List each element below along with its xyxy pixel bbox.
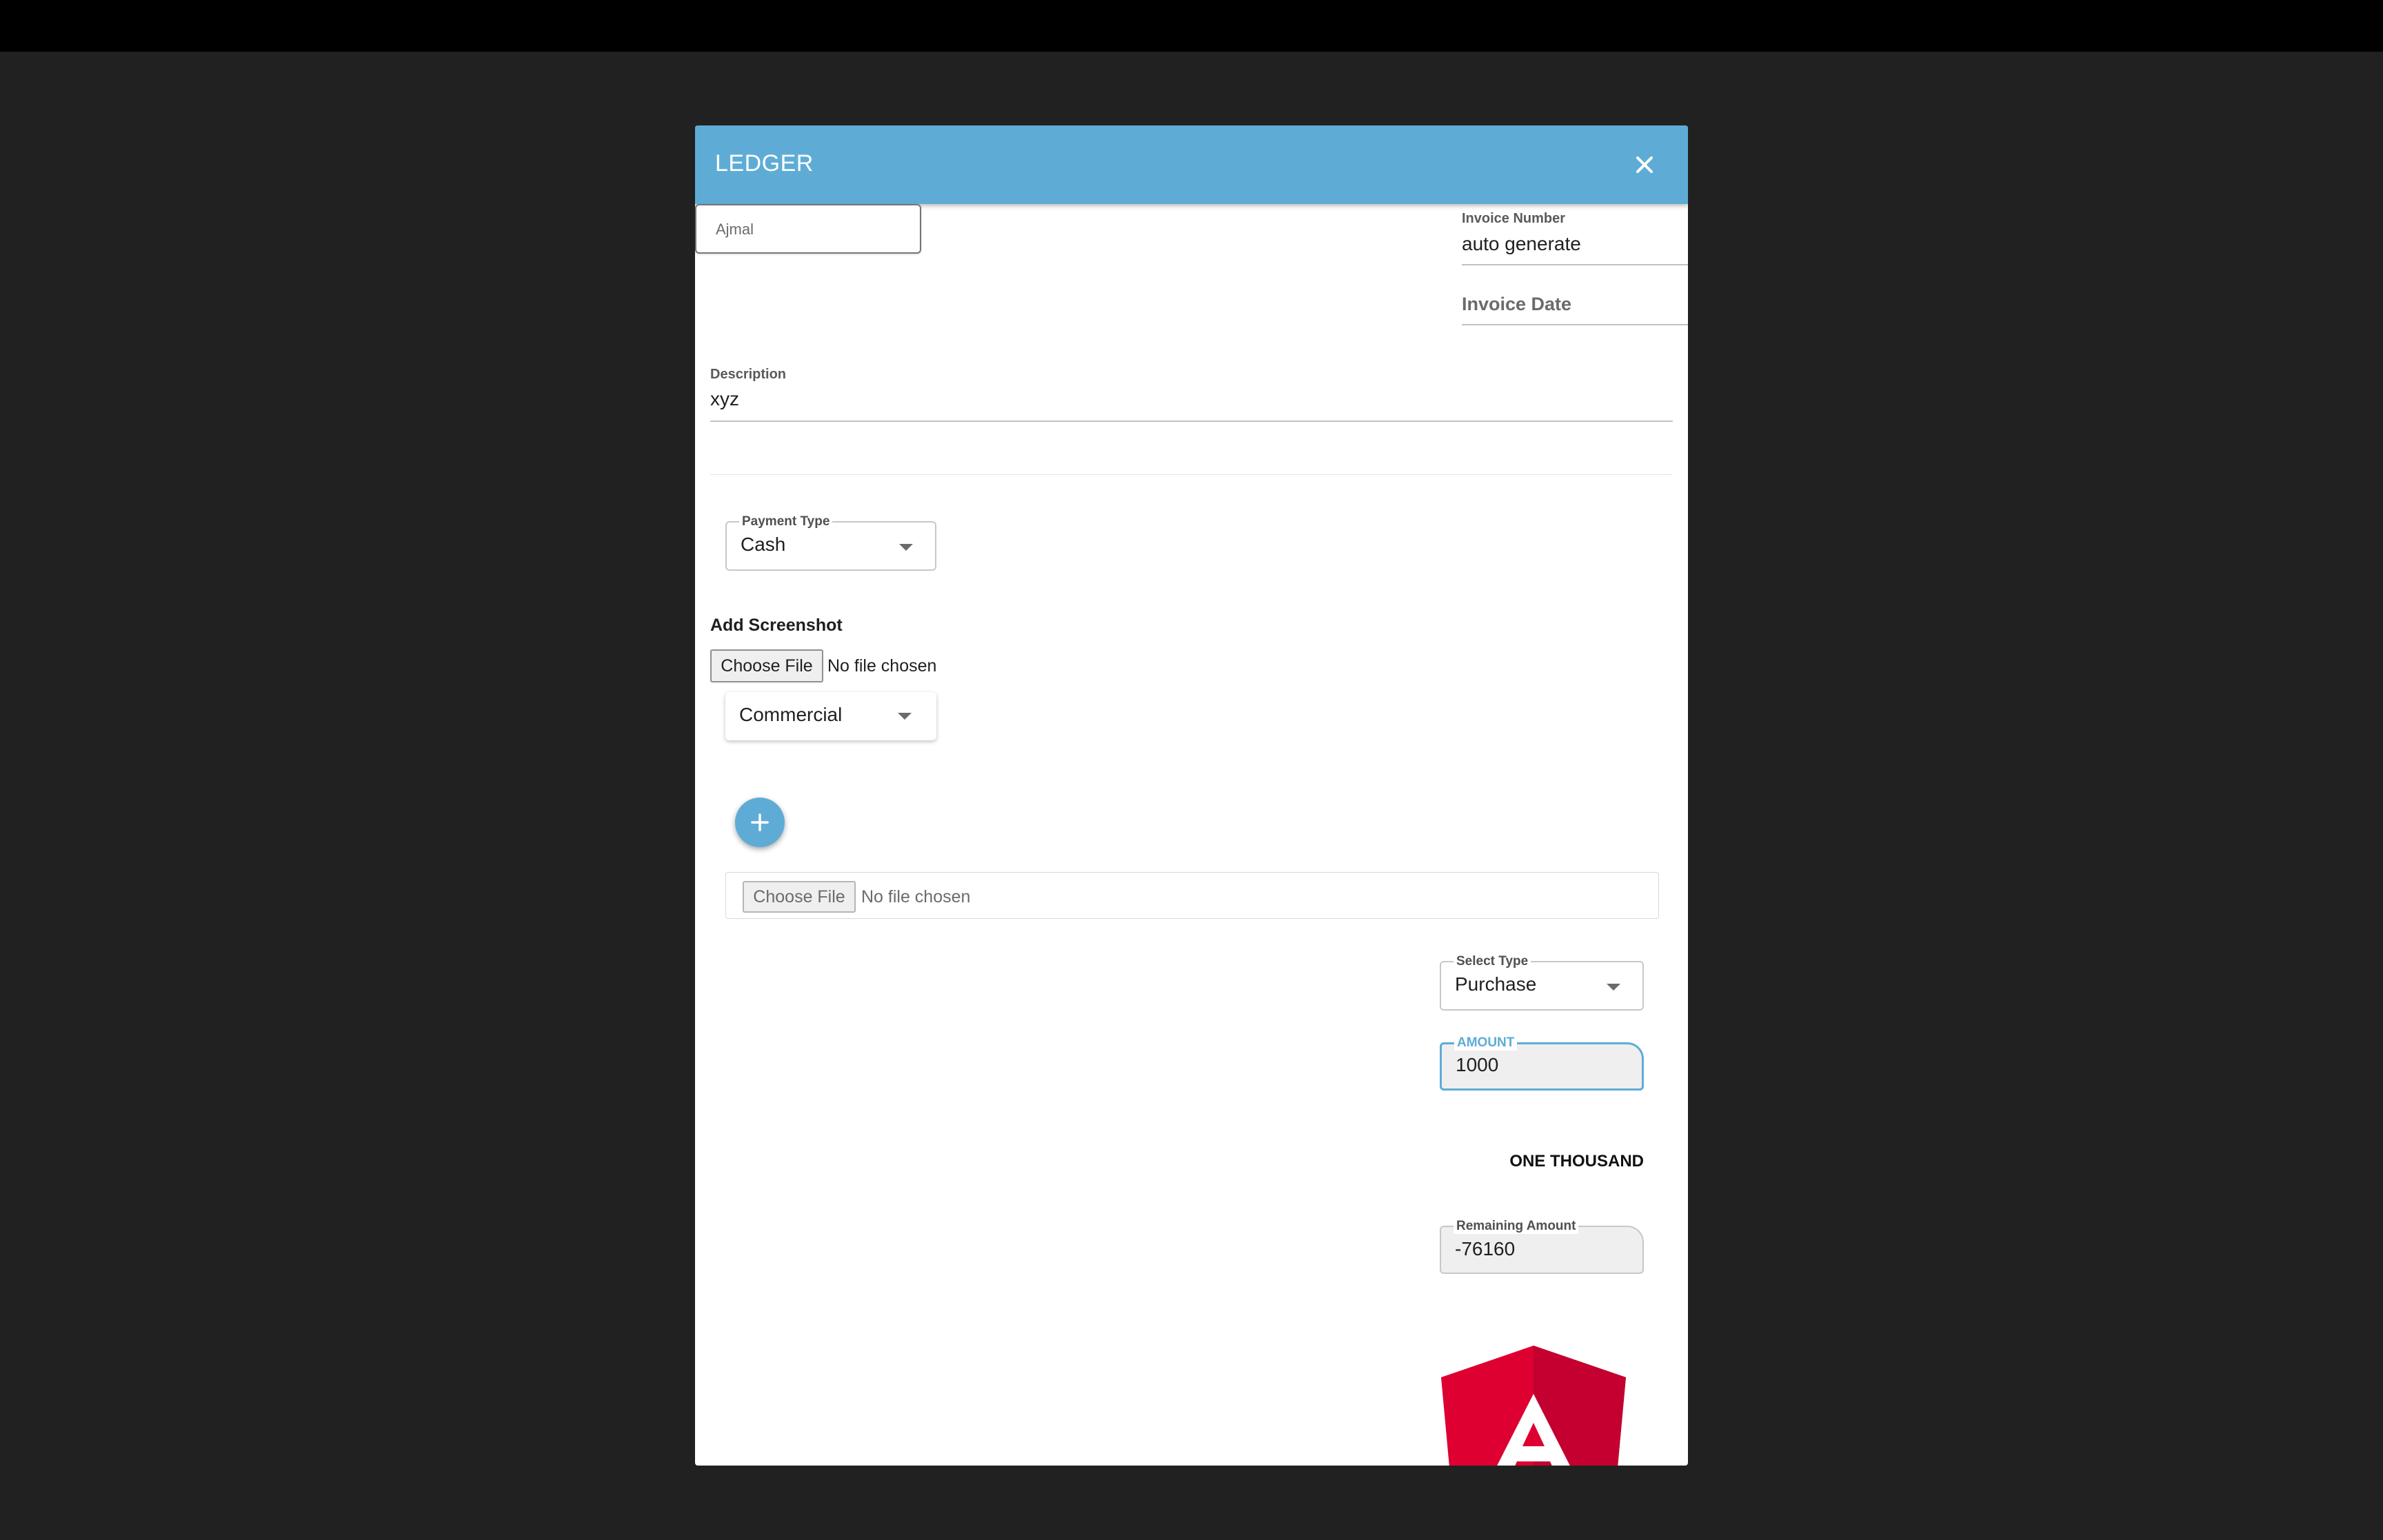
amount-in-words: ONE THOUSAND [1509,1152,1644,1171]
ledger-dialog: LEDGER Ajmal Invoice Number auto generat… [695,125,1688,1466]
top-bar [0,0,2383,52]
plus-icon [751,813,769,831]
add-screenshot-heading: Add Screenshot [710,616,843,635]
select-type-value: Purchase [1455,973,1537,995]
invoice-number-field[interactable]: auto generate [1462,233,1581,255]
select-type-label: Select Type [1454,954,1531,969]
category-select[interactable]: Commercial [725,692,936,740]
dialog-title: LEDGER [715,150,814,176]
dialog-header: LEDGER [695,125,1688,204]
payment-type-value: Cash [741,534,786,555]
caret-down-icon [1607,984,1620,991]
attachment-input[interactable]: Choose File No file chosen [725,872,1659,919]
caret-down-icon [898,713,912,720]
file-status: No file chosen [827,656,937,676]
amount-value: 1000 [1456,1054,1499,1075]
close-button[interactable] [1625,145,1664,184]
file-status: No file chosen [861,887,971,906]
invoice-number-label: Invoice Number [1462,211,1566,226]
divider [710,474,1673,475]
amount-input[interactable]: AMOUNT 1000 [1440,1035,1644,1091]
customer-value: Ajmal [716,221,754,238]
description-label: Description [710,367,787,382]
add-button[interactable] [735,798,785,847]
remaining-amount-field: Remaining Amount -76160 [1440,1219,1644,1274]
invoice-number-underline [1462,264,1688,265]
customer-field[interactable]: Ajmal [695,204,921,254]
payment-type-select[interactable]: Payment Type Cash [725,514,936,571]
choose-file-button[interactable]: Choose File [743,881,856,913]
description-field[interactable]: xyz [710,388,739,410]
choose-file-button[interactable]: Choose File [710,649,823,682]
caret-down-icon [899,544,913,551]
close-icon [1636,156,1653,173]
category-value: Commercial [739,704,843,725]
invoice-date-field[interactable]: Invoice Date [1462,294,1571,315]
angular-logo [1441,1346,1626,1466]
payment-type-label: Payment Type [739,514,833,529]
remaining-amount-value: -76160 [1455,1238,1516,1259]
select-type-select[interactable]: Select Type Purchase [1440,954,1644,1011]
invoice-date-underline [1462,324,1688,325]
amount-label: AMOUNT [1454,1035,1518,1051]
remaining-amount-label: Remaining Amount [1454,1219,1579,1234]
description-underline [710,421,1673,422]
